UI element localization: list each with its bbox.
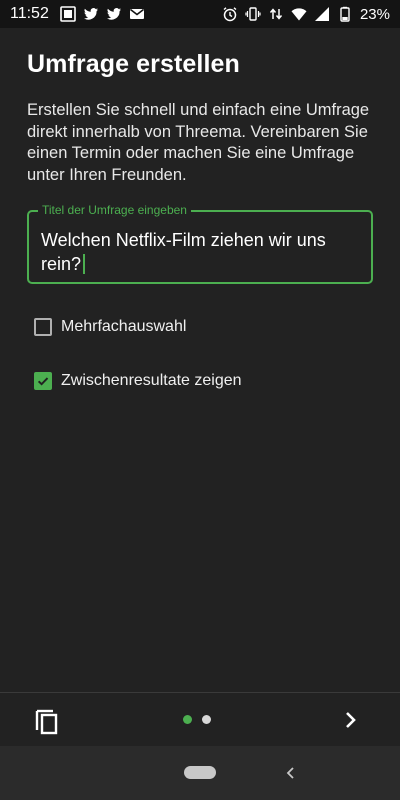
status-time: 11:52 [10,5,49,22]
gmail-icon [129,6,145,22]
threema-notification-icon [60,6,76,22]
alarm-icon [222,6,238,22]
poll-wizard-screen: 11:52 23% Umfrage erstellen Erstellen Si… [0,0,400,800]
page-indicator-dot-1 [183,715,192,724]
show-intermediate-results-option[interactable]: Zwischenresultate zeigen [34,372,242,390]
text-cursor [83,254,86,274]
multiple-choice-label: Mehrfachauswahl [61,318,187,335]
vibrate-icon [245,6,261,22]
twitter-icon [106,6,122,22]
multiple-choice-checkbox[interactable] [34,318,52,336]
multiple-choice-option[interactable]: Mehrfachauswahl [34,318,186,336]
twitter-icon [83,6,99,22]
chevron-right-icon [346,712,356,728]
battery-icon [337,6,353,22]
page-indicator-dot-2 [202,715,211,724]
navigation-bar [0,746,400,800]
data-arrows-icon [268,6,284,22]
poll-title-input[interactable]: Welchen Netflix-Film ziehen wir uns rein… [41,228,361,276]
page-title: Umfrage erstellen [27,50,240,78]
wizard-toolbar [0,693,400,746]
status-bar-left: 11:52 [10,5,145,23]
page-description: Erstellen Sie schnell und einfach eine U… [27,101,370,184]
copy-poll-button[interactable] [32,705,62,735]
poll-title-field-label: Titel der Umfrage eingeben [38,203,191,217]
back-chevron-icon [286,767,294,779]
next-button[interactable] [338,707,364,733]
copy-icon [35,709,58,735]
back-button[interactable] [282,763,300,783]
show-intermediate-results-checkbox[interactable] [34,372,52,390]
battery-percent: 23% [359,5,390,23]
wifi-icon [291,6,307,22]
poll-title-field[interactable]: Titel der Umfrage eingeben Welchen Netfl… [27,203,373,284]
status-bar-right: 23% [222,6,390,23]
checkmark-icon [37,377,49,386]
status-bar: 11:52 23% [0,0,400,28]
signal-icon [314,6,330,22]
show-intermediate-results-label: Zwischenresultate zeigen [61,372,242,389]
page-indicator [183,715,211,724]
home-button[interactable] [184,766,216,779]
